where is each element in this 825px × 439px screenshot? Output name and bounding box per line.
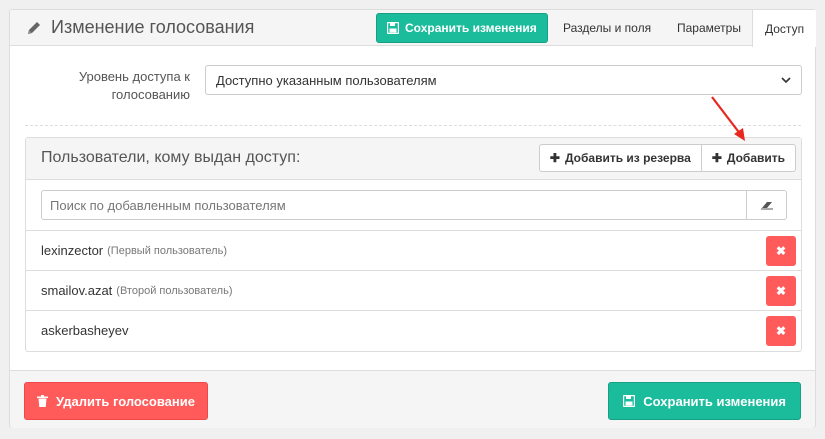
user-search-input[interactable]: Поиск по добавленным пользователям <box>41 190 747 220</box>
tab-parameters[interactable]: Параметры <box>665 10 753 46</box>
footer-save-button[interactable]: Сохранить изменения <box>608 382 801 420</box>
add-user-button[interactable]: ✚ Добавить <box>701 144 796 172</box>
edit-vote-panel: Изменение голосования Сохранить изменени… <box>9 9 817 428</box>
access-level-row: Уровень доступа к голосованию Доступно у… <box>10 64 815 114</box>
add-from-reserve-button[interactable]: ✚ Добавить из резерва <box>538 144 702 172</box>
tab-access[interactable]: Доступ <box>752 10 817 47</box>
user-note: (Второй пользователь) <box>116 284 233 297</box>
user-list: lexinzector (Первый пользователь) ✖ smai… <box>26 230 801 350</box>
panel-header: Изменение голосования Сохранить изменени… <box>10 10 817 47</box>
add-from-reserve-label: Добавить из резерва <box>564 151 691 165</box>
delete-vote-label: Удалить голосование <box>56 393 195 409</box>
close-icon: ✖ <box>775 244 787 258</box>
user-name: askerbasheyev <box>41 323 129 338</box>
users-panel-header: Пользователи, кому выдан доступ: ✚ Добав… <box>26 138 801 180</box>
delete-vote-button[interactable]: Удалить голосование <box>24 382 208 420</box>
header-title-wrap: Изменение голосования <box>25 17 254 38</box>
close-icon: ✖ <box>775 324 787 338</box>
footer-save-label: Сохранить изменения <box>643 393 786 409</box>
annotation-arrow-icon <box>711 96 745 141</box>
tab-sections[interactable]: Разделы и поля <box>551 10 663 46</box>
plus-icon: ✚ <box>711 151 722 165</box>
remove-user-button[interactable]: ✖ <box>766 236 796 266</box>
page-title: Изменение голосования <box>51 17 255 37</box>
access-level-label: Уровень доступа к голосованию <box>78 69 190 102</box>
add-user-label: Добавить <box>726 151 785 165</box>
pencil-icon <box>28 21 40 34</box>
user-name: smailov.azat <box>41 283 113 298</box>
user-note: (Первый пользователь) <box>107 244 227 257</box>
access-level-value: Доступно указанным пользователям <box>216 72 437 88</box>
user-search: Поиск по добавленным пользователям <box>41 190 787 220</box>
remove-user-button[interactable]: ✖ <box>766 276 796 306</box>
clear-search-button[interactable] <box>747 190 787 220</box>
user-row: lexinzector (Первый пользователь) ✖ <box>26 230 801 270</box>
users-panel-title: Пользователи, кому выдан доступ: <box>41 149 301 166</box>
floppy-icon <box>623 395 636 407</box>
users-access-panel: Пользователи, кому выдан доступ: ✚ Добав… <box>25 137 802 352</box>
add-buttons-group: ✚ Добавить из резерва ✚ Добавить <box>538 144 796 172</box>
header-save-button[interactable]: Сохранить изменения <box>376 13 548 43</box>
eraser-icon <box>760 202 773 210</box>
user-row: smailov.azat (Второй пользователь) ✖ <box>26 270 801 310</box>
trash-icon <box>37 395 48 407</box>
plus-icon: ✚ <box>549 151 560 165</box>
panel-footer: Удалить голосование Сохранить изменения <box>10 370 815 428</box>
divider <box>25 125 801 126</box>
access-level-select[interactable]: Доступно указанным пользователям <box>205 65 802 95</box>
user-name: lexinzector <box>41 243 104 258</box>
chevron-down-icon <box>781 77 791 84</box>
close-icon: ✖ <box>775 284 787 298</box>
user-row: askerbasheyev ✖ <box>26 310 801 350</box>
header-save-label: Сохранить изменения <box>405 21 537 35</box>
floppy-icon <box>387 22 399 34</box>
remove-user-button[interactable]: ✖ <box>766 316 796 346</box>
